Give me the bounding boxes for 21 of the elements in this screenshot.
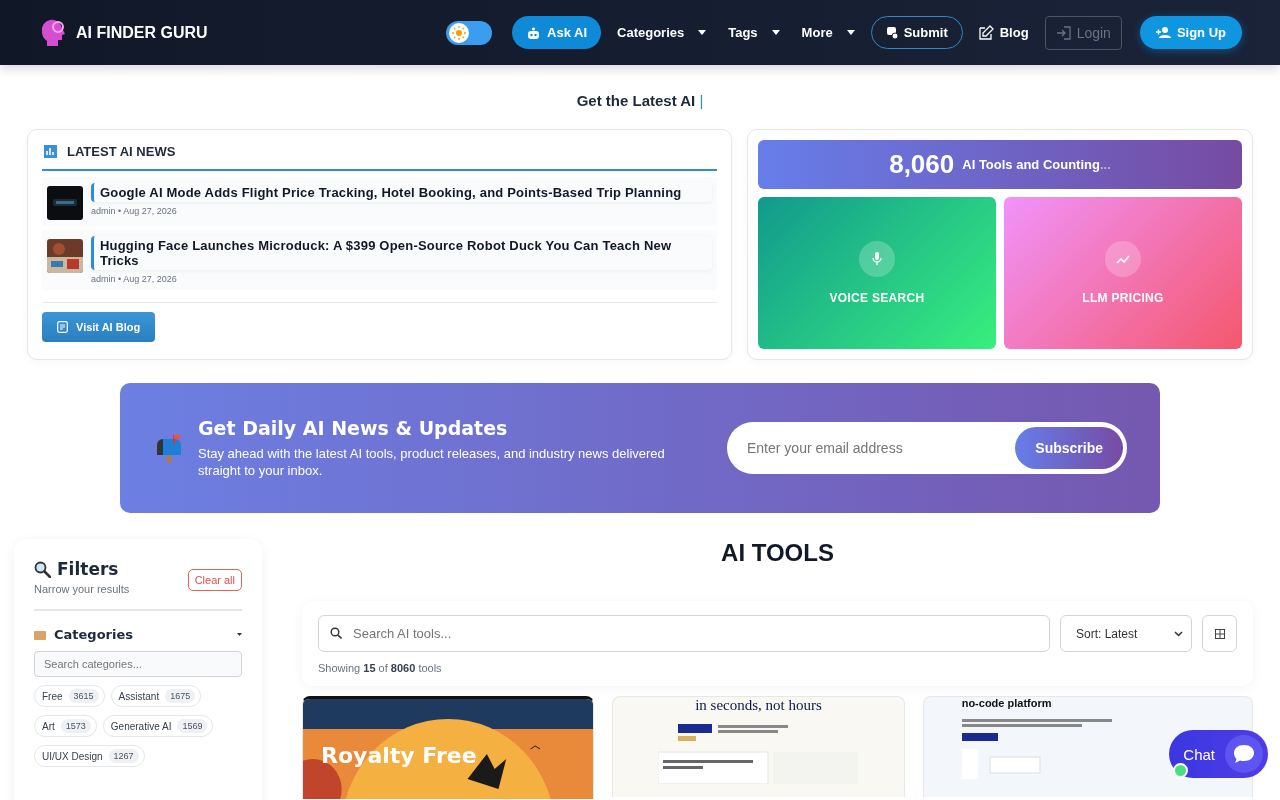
chip-count: 1267	[108, 749, 139, 763]
news-meta: admin • Aug 27, 2026	[91, 206, 177, 216]
news-heading: LATEST AI NEWS	[67, 144, 176, 159]
tool-card-headline: Royalty Free	[321, 743, 477, 768]
chip-count: 3615	[68, 689, 99, 703]
filters-subtitle: Narrow your results	[34, 583, 130, 595]
tagline: Get the Latest AI |	[576, 92, 704, 109]
tool-count-label: AI Tools and Counting...	[962, 157, 1111, 172]
brand-name: AI FINDER GURU	[76, 23, 208, 42]
chip-count: 1569	[177, 719, 208, 733]
news-meta: admin • Aug 27, 2026	[91, 274, 177, 284]
newsletter-title: Get Daily AI News & Updates	[198, 417, 509, 439]
chip-count: 1675	[165, 689, 196, 703]
tool-count: 8,060	[889, 149, 955, 180]
chip-count: 1573	[60, 719, 91, 733]
section-title: AI TOOLS	[720, 539, 835, 567]
tool-card-headline: no-code platform	[961, 697, 1052, 709]
filters-title: Filters	[57, 559, 119, 579]
tool-card-headline: in seconds, not hours	[695, 697, 822, 714]
newsletter-text: Stay ahead with the latest AI tools, product releases, and industry news delivered straight to your inbox.	[198, 445, 666, 479]
results-count: Showing 15 of 8060 tools	[318, 662, 442, 674]
